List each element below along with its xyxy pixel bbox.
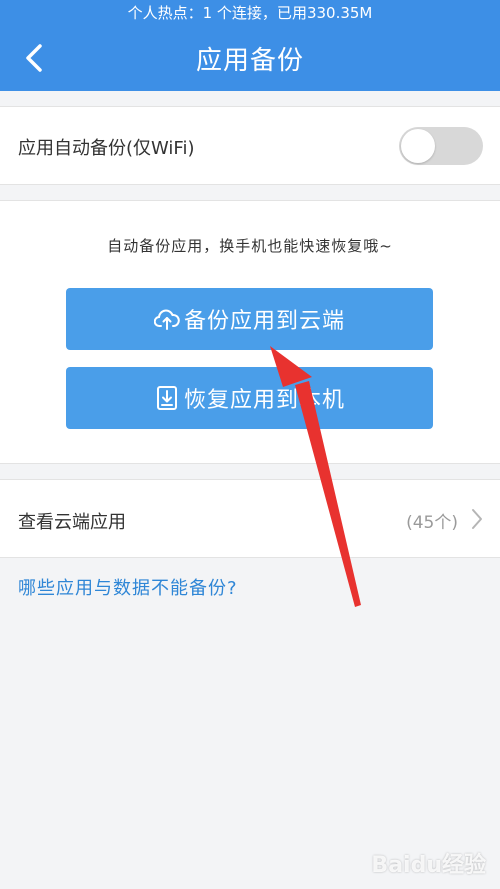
- view-cloud-apps-label: 查看云端应用: [18, 512, 126, 533]
- page-title: 应用备份: [195, 45, 304, 76]
- download-icon: [154, 385, 180, 411]
- backup-panel: 自动备份应用，换手机也能快速恢复哦~ 备份应用到云端 恢复应用到本机: [0, 200, 500, 464]
- auto-backup-row: 应用自动备份(仅WiFi): [0, 106, 500, 185]
- auto-backup-label: 应用自动备份(仅WiFi): [18, 138, 195, 159]
- restore-to-device-label: 恢复应用到本机: [183, 388, 345, 413]
- restore-to-device-button[interactable]: 恢复应用到本机: [66, 367, 433, 429]
- backup-to-cloud-label: 备份应用到云端: [183, 309, 345, 334]
- toggle-knob: [401, 129, 435, 163]
- backup-hint: 自动备份应用，换手机也能快速恢复哦~: [107, 237, 393, 255]
- backup-to-cloud-button[interactable]: 备份应用到云端: [66, 288, 433, 350]
- auto-backup-toggle[interactable]: [399, 127, 483, 165]
- unsupported-apps-link[interactable]: 哪些应用与数据不能备份?: [18, 574, 238, 600]
- watermark-logo: Baidu经验: [371, 853, 486, 878]
- cloud-upload-icon: [153, 306, 180, 332]
- view-cloud-apps-row[interactable]: 查看云端应用 (45个): [0, 479, 500, 558]
- cloud-apps-count: (45个): [406, 513, 458, 533]
- chevron-right-icon: [472, 509, 482, 529]
- status-bar-text: 个人热点：1 个连接，已用330.35M: [127, 4, 373, 22]
- header-bar: 应用备份: [0, 25, 500, 91]
- status-bar: 个人热点：1 个连接，已用330.35M: [0, 0, 500, 25]
